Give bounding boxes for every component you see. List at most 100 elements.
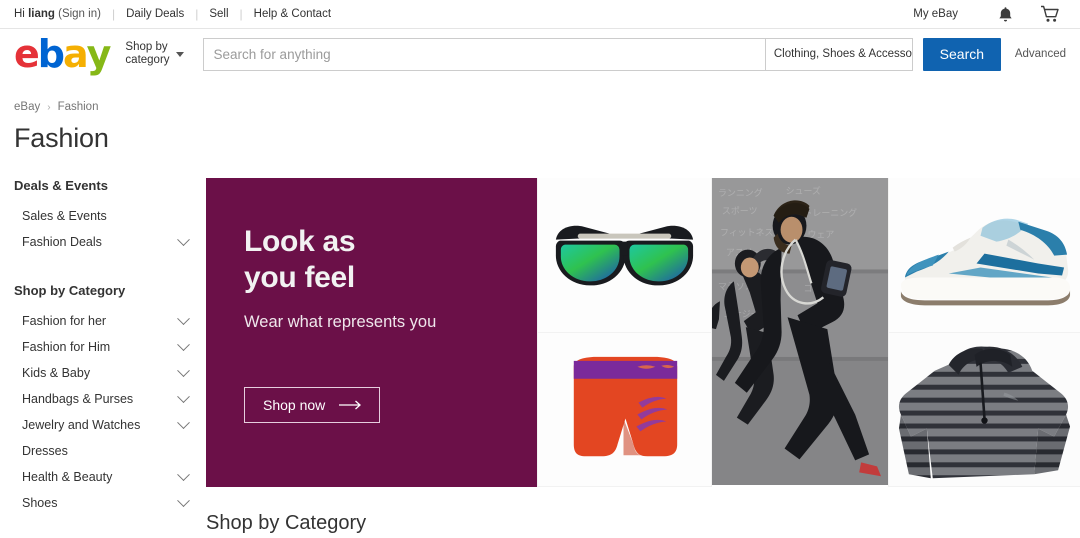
sunglasses-tile[interactable] [537,178,711,333]
sidebar-item-label: Jewelry and Watches [22,418,141,432]
sidebar: Deals & Events Sales & Events Fashion De… [0,178,206,516]
divider: | [239,7,243,21]
svg-text:シューズ: シューズ [786,185,821,197]
help-contact-link[interactable]: Help & Contact [254,8,331,20]
sneaker-tile[interactable] [888,178,1080,333]
svg-text:ランニング: ランニング [718,187,763,199]
utility-bar-left: Hi liang (Sign in) | Daily Deals | Sell … [14,8,331,20]
sidebar-item-fashion-for-him[interactable]: Fashion for Him [14,334,206,360]
sign-in-link[interactable]: (Sign in) [58,8,101,20]
chevron-down-icon [177,311,190,325]
svg-text:トレーニング: トレーニング [803,207,857,219]
logo-letter-b: b [37,32,65,76]
promo-tile-grid: Look as you feel Wear what represents yo… [206,178,1080,487]
sidebar-heading-deals: Deals & Events [14,178,108,193]
sidebar-item-label: Dresses [22,444,68,458]
my-ebay-link[interactable]: My eBay [913,8,958,20]
hero-headline-line1: Look as [244,225,356,258]
shop-by-category-button[interactable]: Shop by category [125,41,184,67]
sunglasses-image [538,178,711,332]
arrow-right-icon [339,400,362,410]
cart-icon[interactable] [1038,3,1064,25]
shop-now-button[interactable]: Shop now [244,387,381,423]
divider: | [195,7,199,21]
search-button[interactable]: Search [922,37,1001,71]
shop-by-line1: Shop by [125,41,168,53]
sidebar-item-dresses[interactable]: Dresses [14,438,206,464]
site-header: ebay Shop by category Clothing, Shoes & … [0,29,1080,79]
ebay-logo[interactable]: ebay [14,32,112,76]
runners-tile[interactable]: ランニングシューズ スポーツトレーニング フィットネスウェア アスリートラン マ… [711,178,888,487]
shop-now-label: Shop now [263,397,326,413]
main-content: Look as you feel Wear what represents yo… [206,178,1080,535]
nike-shorts-tile[interactable] [537,333,711,487]
breadcrumb-separator: › [47,101,51,113]
search-input[interactable] [202,37,765,71]
sidebar-item-fashion-deals[interactable]: Fashion Deals [14,229,206,255]
hero-banner[interactable]: Look as you feel Wear what represents yo… [206,178,537,487]
striped-pullover-tile[interactable] [888,333,1080,487]
logo-letter-e: e [14,32,40,76]
sidebar-item-shoes[interactable]: Shoes [14,490,206,516]
runners-image: ランニングシューズ スポーツトレーニング フィットネスウェア アスリートラン マ… [712,178,888,486]
chevron-down-icon [175,51,184,57]
logo-letter-a: a [62,32,89,76]
sell-link[interactable]: Sell [209,8,228,20]
sidebar-item-label: Health & Beauty [22,470,113,484]
greeting: Hi liang (Sign in) [14,8,101,20]
sidebar-item-label: Shoes [22,496,58,510]
chevron-down-icon [177,467,190,481]
section-heading-shop-by-category: Shop by Category [206,512,367,534]
striped-pullover-image [889,333,1080,486]
page-title: Fashion [14,123,109,153]
chevron-down-icon [177,493,190,507]
breadcrumb: eBay › Fashion [0,79,1080,113]
hero-headline-line2: you feel [244,261,355,294]
search-category-value: Clothing, Shoes & Accesso [773,48,912,60]
search-category-select[interactable]: Clothing, Shoes & Accesso [764,37,913,71]
sidebar-item-fashion-for-her[interactable]: Fashion for her [14,308,206,334]
breadcrumb-item-fashion: Fashion [57,101,99,113]
shop-by-line2: category [125,54,170,66]
sidebar-item-health-beauty[interactable]: Health & Beauty [14,464,206,490]
sidebar-item-sales-events[interactable]: Sales & Events [14,203,206,229]
sneaker-image [889,178,1080,332]
sidebar-item-label: Fashion Deals [22,235,102,249]
bell-icon[interactable] [992,3,1018,25]
tile-column-3 [888,178,1080,487]
nike-shorts-image [538,333,711,486]
svg-text:スポーツ: スポーツ [722,206,758,217]
chevron-down-icon [177,337,190,351]
utility-bar-right: My eBay [913,3,1068,25]
sidebar-item-label: Handbags & Purses [22,392,134,406]
hero-headline: Look as you feel [244,224,537,296]
hero-subhead: Wear what represents you [244,313,437,331]
sidebar-item-label: Fashion for Him [22,340,111,354]
sidebar-item-label: Kids & Baby [22,366,91,380]
chevron-down-icon [177,363,190,377]
chevron-down-icon [177,389,190,403]
sidebar-item-kids-baby[interactable]: Kids & Baby [14,360,206,386]
page-root: Hi liang (Sign in) | Daily Deals | Sell … [0,0,1080,538]
greeting-username: liang [28,8,55,20]
search-bar: Clothing, Shoes & Accesso Search [202,37,1001,71]
sidebar-item-label: Fashion for her [22,314,107,328]
sidebar-heading-category: Shop by Category [14,283,126,298]
sidebar-item-jewelry-watches[interactable]: Jewelry and Watches [14,412,206,438]
breadcrumb-item-ebay[interactable]: eBay [14,101,40,113]
svg-text:フィットネス: フィットネス [720,228,774,239]
content-row: Deals & Events Sales & Events Fashion De… [0,178,1080,535]
divider: | [111,7,116,21]
chevron-down-icon [177,415,190,429]
logo-letter-y: y [86,32,112,76]
chevron-down-icon [177,232,190,246]
advanced-search-link[interactable]: Advanced [1015,48,1066,60]
sidebar-item-label: Sales & Events [22,209,107,223]
daily-deals-link[interactable]: Daily Deals [126,8,184,20]
utility-bar: Hi liang (Sign in) | Daily Deals | Sell … [0,0,1080,29]
tile-column-1 [537,178,711,487]
tile-column-2: ランニングシューズ スポーツトレーニング フィットネスウェア アスリートラン マ… [711,178,888,487]
sidebar-item-handbags-purses[interactable]: Handbags & Purses [14,386,206,412]
shop-by-category-label: Shop by category [125,41,169,67]
greeting-prefix: Hi [14,8,29,20]
